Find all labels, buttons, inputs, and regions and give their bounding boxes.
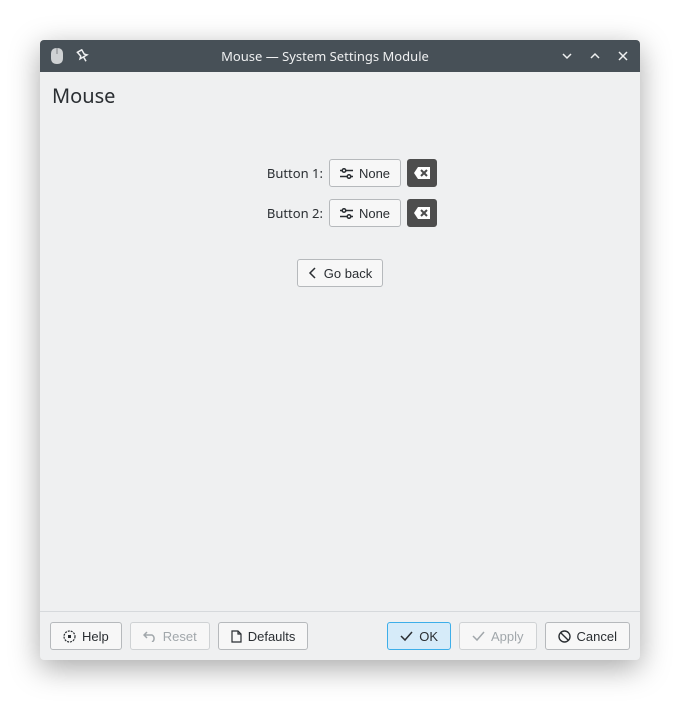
check-icon	[472, 631, 485, 642]
apply-label: Apply	[491, 629, 524, 644]
sliders-icon	[340, 168, 353, 179]
button2-shortcut-button[interactable]: None	[329, 199, 401, 227]
button1-row: Button 1: None	[243, 159, 437, 187]
defaults-label: Defaults	[248, 629, 296, 644]
help-button[interactable]: Help	[50, 622, 122, 650]
goback-button[interactable]: Go back	[297, 259, 383, 287]
undo-icon	[143, 630, 157, 642]
reset-label: Reset	[163, 629, 197, 644]
minimize-icon[interactable]	[558, 47, 576, 65]
check-icon	[400, 631, 413, 642]
defaults-button[interactable]: Defaults	[218, 622, 309, 650]
titlebar: Mouse — System Settings Module	[40, 40, 640, 72]
sliders-icon	[340, 208, 353, 219]
cancel-icon	[558, 630, 571, 643]
maximize-icon[interactable]	[586, 47, 604, 65]
ok-label: OK	[419, 629, 438, 644]
pin-icon[interactable]	[74, 47, 92, 65]
close-icon[interactable]	[614, 47, 632, 65]
help-label: Help	[82, 629, 109, 644]
page-header: Mouse	[40, 72, 640, 109]
dialog-button-bar: Help Reset Defaults OK	[40, 611, 640, 660]
spacer	[316, 622, 379, 650]
document-icon	[231, 630, 242, 643]
clear-icon	[414, 207, 430, 219]
help-icon	[63, 630, 76, 643]
goback-row: Go back	[297, 259, 383, 287]
button1-shortcut-value: None	[359, 166, 390, 181]
cancel-label: Cancel	[577, 629, 617, 644]
main-content: Button 1: None	[40, 109, 640, 611]
mouse-app-icon	[48, 47, 66, 65]
button2-label: Button 2:	[243, 204, 323, 222]
goback-label: Go back	[324, 266, 372, 281]
button2-row: Button 2: None	[243, 199, 437, 227]
clear-icon	[414, 167, 430, 179]
window-title: Mouse — System Settings Module	[100, 47, 550, 65]
cancel-button[interactable]: Cancel	[545, 622, 630, 650]
window-controls	[558, 47, 632, 65]
page-title: Mouse	[52, 82, 628, 109]
chevron-left-icon	[308, 267, 318, 279]
ok-button[interactable]: OK	[387, 622, 451, 650]
button2-shortcut-value: None	[359, 206, 390, 221]
button2-clear-button[interactable]	[407, 199, 437, 227]
apply-button: Apply	[459, 622, 537, 650]
button1-label: Button 1:	[243, 164, 323, 182]
button1-shortcut-button[interactable]: None	[329, 159, 401, 187]
settings-window: Mouse — System Settings Module Mouse But…	[40, 40, 640, 660]
reset-button: Reset	[130, 622, 210, 650]
button1-clear-button[interactable]	[407, 159, 437, 187]
